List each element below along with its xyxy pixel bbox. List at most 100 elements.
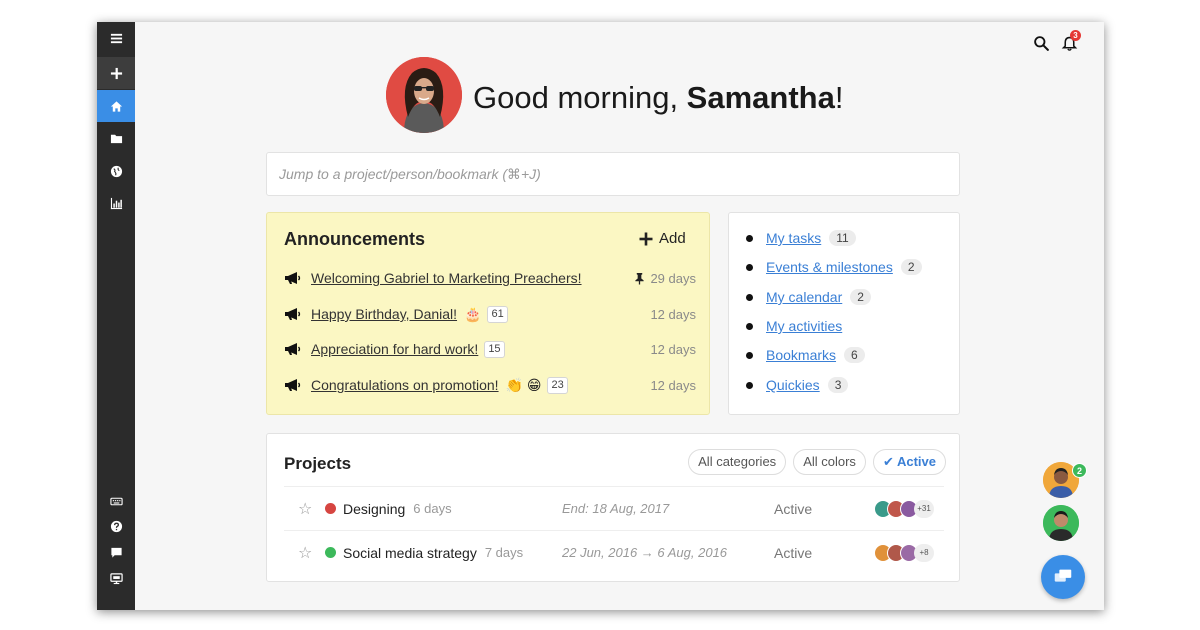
comment-count: 23 xyxy=(547,376,568,394)
greeting-suffix: ! xyxy=(834,80,844,115)
project-status: Active xyxy=(774,500,813,517)
announcement-link[interactable]: Happy Birthday, Danial! xyxy=(311,306,457,322)
filter-all-categories[interactable]: All categories xyxy=(688,449,787,475)
megaphone-icon xyxy=(285,343,301,355)
plus-icon[interactable] xyxy=(97,57,135,89)
greeting-name: Samantha xyxy=(686,80,835,115)
announcement-item[interactable]: Congratulations on promotion! 👏 😁 23 12 … xyxy=(284,374,696,396)
bullet-icon xyxy=(746,351,753,359)
project-status: Active xyxy=(774,544,813,561)
quick-link-activities[interactable]: My activities xyxy=(746,316,842,336)
monitor-icon[interactable] xyxy=(97,562,135,594)
announcement-age-text: 12 days xyxy=(650,306,696,322)
projects-title: Projects xyxy=(284,454,352,473)
quick-link-label[interactable]: Bookmarks xyxy=(766,347,836,363)
announcement-item[interactable]: Happy Birthday, Danial! 🎂 61 12 days xyxy=(284,303,696,325)
reaction-emoji: 👏 😁 xyxy=(505,376,542,393)
announcements-title: Announcements xyxy=(284,229,426,249)
comment-count: 15 xyxy=(484,340,505,358)
search-placeholder: Jump to a project/person/bookmark (⌘+J) xyxy=(279,165,541,182)
project-dates: End: 18 Aug, 2017 xyxy=(562,501,670,516)
quick-link-label[interactable]: Events & milestones xyxy=(766,259,893,275)
pin-icon xyxy=(635,272,645,284)
online-user-avatar[interactable] xyxy=(1043,505,1079,541)
search-input[interactable]: Jump to a project/person/bookmark (⌘+J) xyxy=(266,152,960,196)
greeting-heading: Good morning, Samantha! xyxy=(473,80,843,116)
project-name[interactable]: Designing xyxy=(343,501,405,517)
quick-link-bookmarks[interactable]: Bookmarks 6 xyxy=(746,345,865,365)
quick-link-events[interactable]: Events & milestones 2 xyxy=(746,257,922,277)
project-age: 6 days xyxy=(413,501,452,516)
reaction-emoji: 🎂 xyxy=(464,305,482,322)
member-avatars[interactable]: +31 xyxy=(874,499,934,518)
more-members-count: +8 xyxy=(914,543,934,562)
hamburger-icon[interactable] xyxy=(97,22,135,54)
bullet-icon xyxy=(746,381,753,389)
add-announcement-button[interactable]: Add xyxy=(639,230,686,247)
comment-count: 61 xyxy=(487,305,508,323)
star-icon[interactable]: ☆ xyxy=(298,543,314,563)
star-icon[interactable]: ☆ xyxy=(298,499,314,519)
bell-icon[interactable]: 3 xyxy=(1059,30,1081,53)
count-badge: 2 xyxy=(850,289,871,305)
app-window: 3 Good morning, Samantha! Jump to a proj… xyxy=(97,22,1104,610)
online-count-badge: 2 xyxy=(1072,463,1087,478)
project-name[interactable]: Social media strategy xyxy=(343,545,477,561)
projects-panel: Projects All categories All colors ✔ Act… xyxy=(266,433,960,582)
quick-link-label[interactable]: My calendar xyxy=(766,289,842,305)
more-members-count: +31 xyxy=(914,499,934,518)
filter-active[interactable]: ✔ Active xyxy=(872,449,946,475)
quick-link-label[interactable]: My activities xyxy=(766,318,842,334)
megaphone-icon xyxy=(285,379,301,391)
count-badge: 2 xyxy=(900,259,922,275)
avatar[interactable] xyxy=(386,57,462,133)
table-row[interactable]: ☆ Social media strategy 7 days 22 Jun, 2… xyxy=(284,530,944,574)
megaphone-icon xyxy=(285,308,301,320)
check-icon: ✔ xyxy=(882,454,897,469)
quick-link-my-tasks[interactable]: My tasks 11 xyxy=(746,228,856,248)
filter-active-label: Active xyxy=(896,454,936,469)
bullet-icon xyxy=(746,234,753,242)
project-color-dot xyxy=(325,547,336,558)
notification-badge: 3 xyxy=(1070,30,1081,41)
announcement-link[interactable]: Congratulations on promotion! xyxy=(311,377,499,393)
announcement-link[interactable]: Welcoming Gabriel to Marketing Preachers… xyxy=(311,270,582,286)
member-avatars[interactable]: +8 xyxy=(874,543,934,562)
announcement-age-text: 29 days xyxy=(650,270,696,286)
megaphone-icon xyxy=(285,272,301,284)
announcement-age-text: 12 days xyxy=(650,377,696,393)
count-badge: 6 xyxy=(844,347,865,363)
project-dates: 22 Jun, 2016 → 6 Aug, 2016 xyxy=(562,545,728,560)
search-icon[interactable] xyxy=(1031,33,1051,53)
quick-link-calendar[interactable]: My calendar 2 xyxy=(746,287,871,307)
bullet-icon xyxy=(746,293,753,301)
project-filters: All categories All colors ✔ Active xyxy=(688,449,946,475)
project-color-dot xyxy=(325,503,336,514)
folder-icon[interactable] xyxy=(97,122,135,154)
quick-links-panel: My tasks 11 Events & milestones 2 My cal… xyxy=(728,212,960,415)
home-icon[interactable] xyxy=(97,90,135,122)
count-badge: 3 xyxy=(827,377,849,393)
quick-link-quickies[interactable]: Quickies 3 xyxy=(746,375,849,395)
announcements-panel: Announcements Add Welcoming Gabriel to M… xyxy=(266,212,710,415)
bullet-icon xyxy=(746,322,753,330)
bullet-icon xyxy=(746,263,753,271)
quick-link-label[interactable]: My tasks xyxy=(766,230,821,246)
bar-chart-icon[interactable] xyxy=(97,187,135,219)
announcement-link[interactable]: Appreciation for hard work! xyxy=(311,341,478,357)
announcement-age: 29 days xyxy=(634,271,696,286)
chat-bubbles-icon[interactable] xyxy=(1041,555,1085,599)
sidebar xyxy=(97,22,135,610)
plus-icon xyxy=(639,232,653,245)
quick-link-label[interactable]: Quickies xyxy=(766,377,820,393)
greeting-prefix: Good morning, xyxy=(473,80,687,115)
filter-all-colors[interactable]: All colors xyxy=(793,449,866,475)
announcement-item[interactable]: Appreciation for hard work! 15 12 days xyxy=(284,338,696,360)
globe-icon[interactable] xyxy=(97,155,135,187)
announcement-age-text: 12 days xyxy=(650,341,696,357)
announcement-item[interactable]: Welcoming Gabriel to Marketing Preachers… xyxy=(284,267,696,289)
count-badge: 11 xyxy=(829,230,856,246)
table-row[interactable]: ☆ Designing 6 days End: 18 Aug, 2017 Act… xyxy=(284,486,944,530)
project-age: 7 days xyxy=(484,545,524,560)
add-label: Add xyxy=(659,230,686,247)
